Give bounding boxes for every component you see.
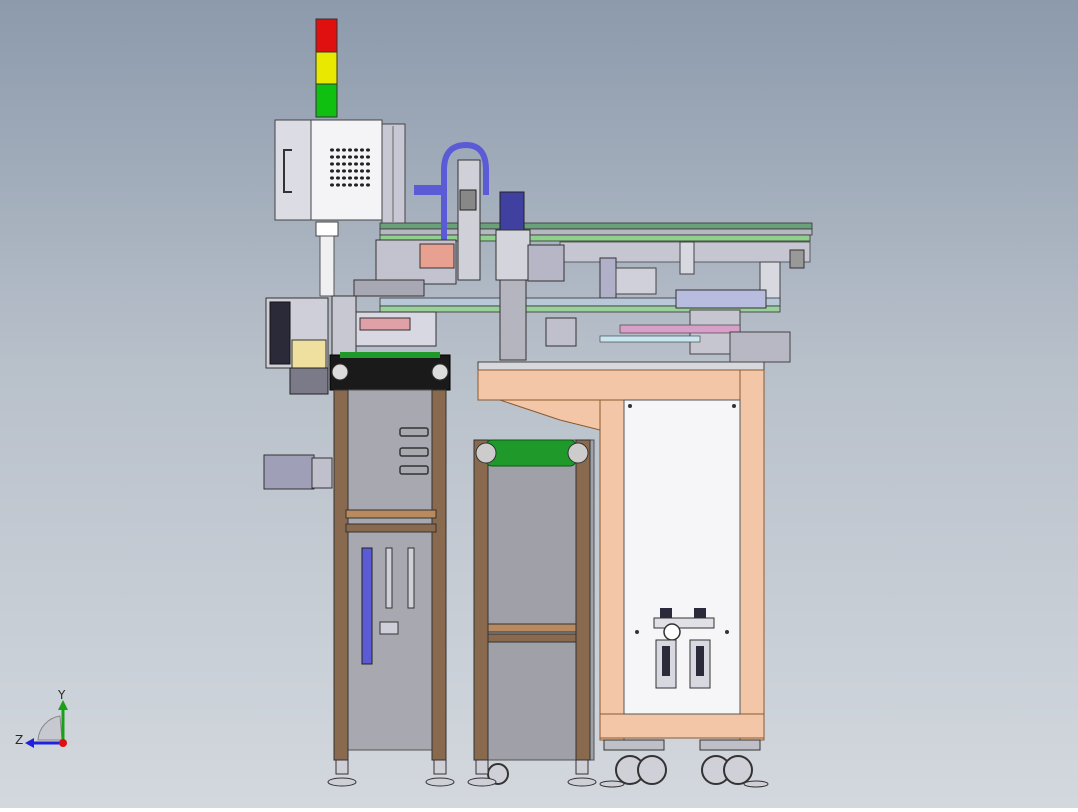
vent-slot (366, 176, 370, 180)
signal-tower (315, 18, 338, 118)
vent-slot (348, 148, 352, 152)
servo-motor (265, 297, 329, 395)
z-axis-label: Z (15, 733, 23, 747)
vent-slot (348, 183, 352, 187)
support-post (315, 221, 339, 297)
signal-light-yellow (315, 51, 338, 85)
access-panel (623, 399, 741, 715)
vent-slot (342, 169, 346, 173)
vent-slot (354, 169, 358, 173)
belt-conveyor-lower (475, 439, 589, 467)
support-frame-middle (473, 439, 595, 761)
vent-slot (336, 148, 340, 152)
vent-slot (348, 169, 352, 173)
vent-slot (330, 169, 334, 173)
vent-slot (348, 176, 352, 180)
belt-conveyor-upper (329, 352, 451, 391)
vent-slot (330, 176, 334, 180)
vent-slot (366, 148, 370, 152)
vent-slot (348, 162, 352, 166)
vent-slot (336, 169, 340, 173)
vent-slot (342, 148, 346, 152)
vent-slot (330, 155, 334, 159)
cad-viewport: Y Z (0, 0, 1078, 808)
y-axis-label: Y (57, 688, 66, 702)
vent-slot (348, 155, 352, 159)
vent-slot (354, 162, 358, 166)
x-axis-dot (59, 739, 67, 747)
vertical-z-axis (457, 159, 577, 361)
vent-slot (336, 155, 340, 159)
vent-slot (354, 176, 358, 180)
vent-slot (366, 155, 370, 159)
vent-slot (354, 148, 358, 152)
vent-slot (330, 183, 334, 187)
vent-slot (342, 162, 346, 166)
vent-slot (360, 162, 364, 166)
signal-light-green (315, 83, 338, 118)
vent-slot (366, 162, 370, 166)
vent-slot (342, 155, 346, 159)
vent-slot (360, 176, 364, 180)
vent-slot (342, 176, 346, 180)
vent-slot (336, 183, 340, 187)
control-cabinet (274, 119, 406, 225)
gear-motor (263, 454, 333, 490)
vent-slot (360, 155, 364, 159)
vent-slot (336, 162, 340, 166)
support-frame-left (333, 389, 447, 761)
signal-light-red (315, 18, 338, 53)
vent-slot (354, 155, 358, 159)
vent-slot (366, 183, 370, 187)
vent-slot (330, 162, 334, 166)
vent-slot (330, 148, 334, 152)
vent-slot (366, 169, 370, 173)
vent-slot (336, 176, 340, 180)
coordinate-triad: Y Z (15, 688, 68, 748)
machine-drawing: Y Z (15, 18, 813, 788)
vent-slot (360, 169, 364, 173)
vent-slot (360, 148, 364, 152)
vent-slot (354, 183, 358, 187)
vent-slot (342, 183, 346, 187)
vent-slot (360, 183, 364, 187)
